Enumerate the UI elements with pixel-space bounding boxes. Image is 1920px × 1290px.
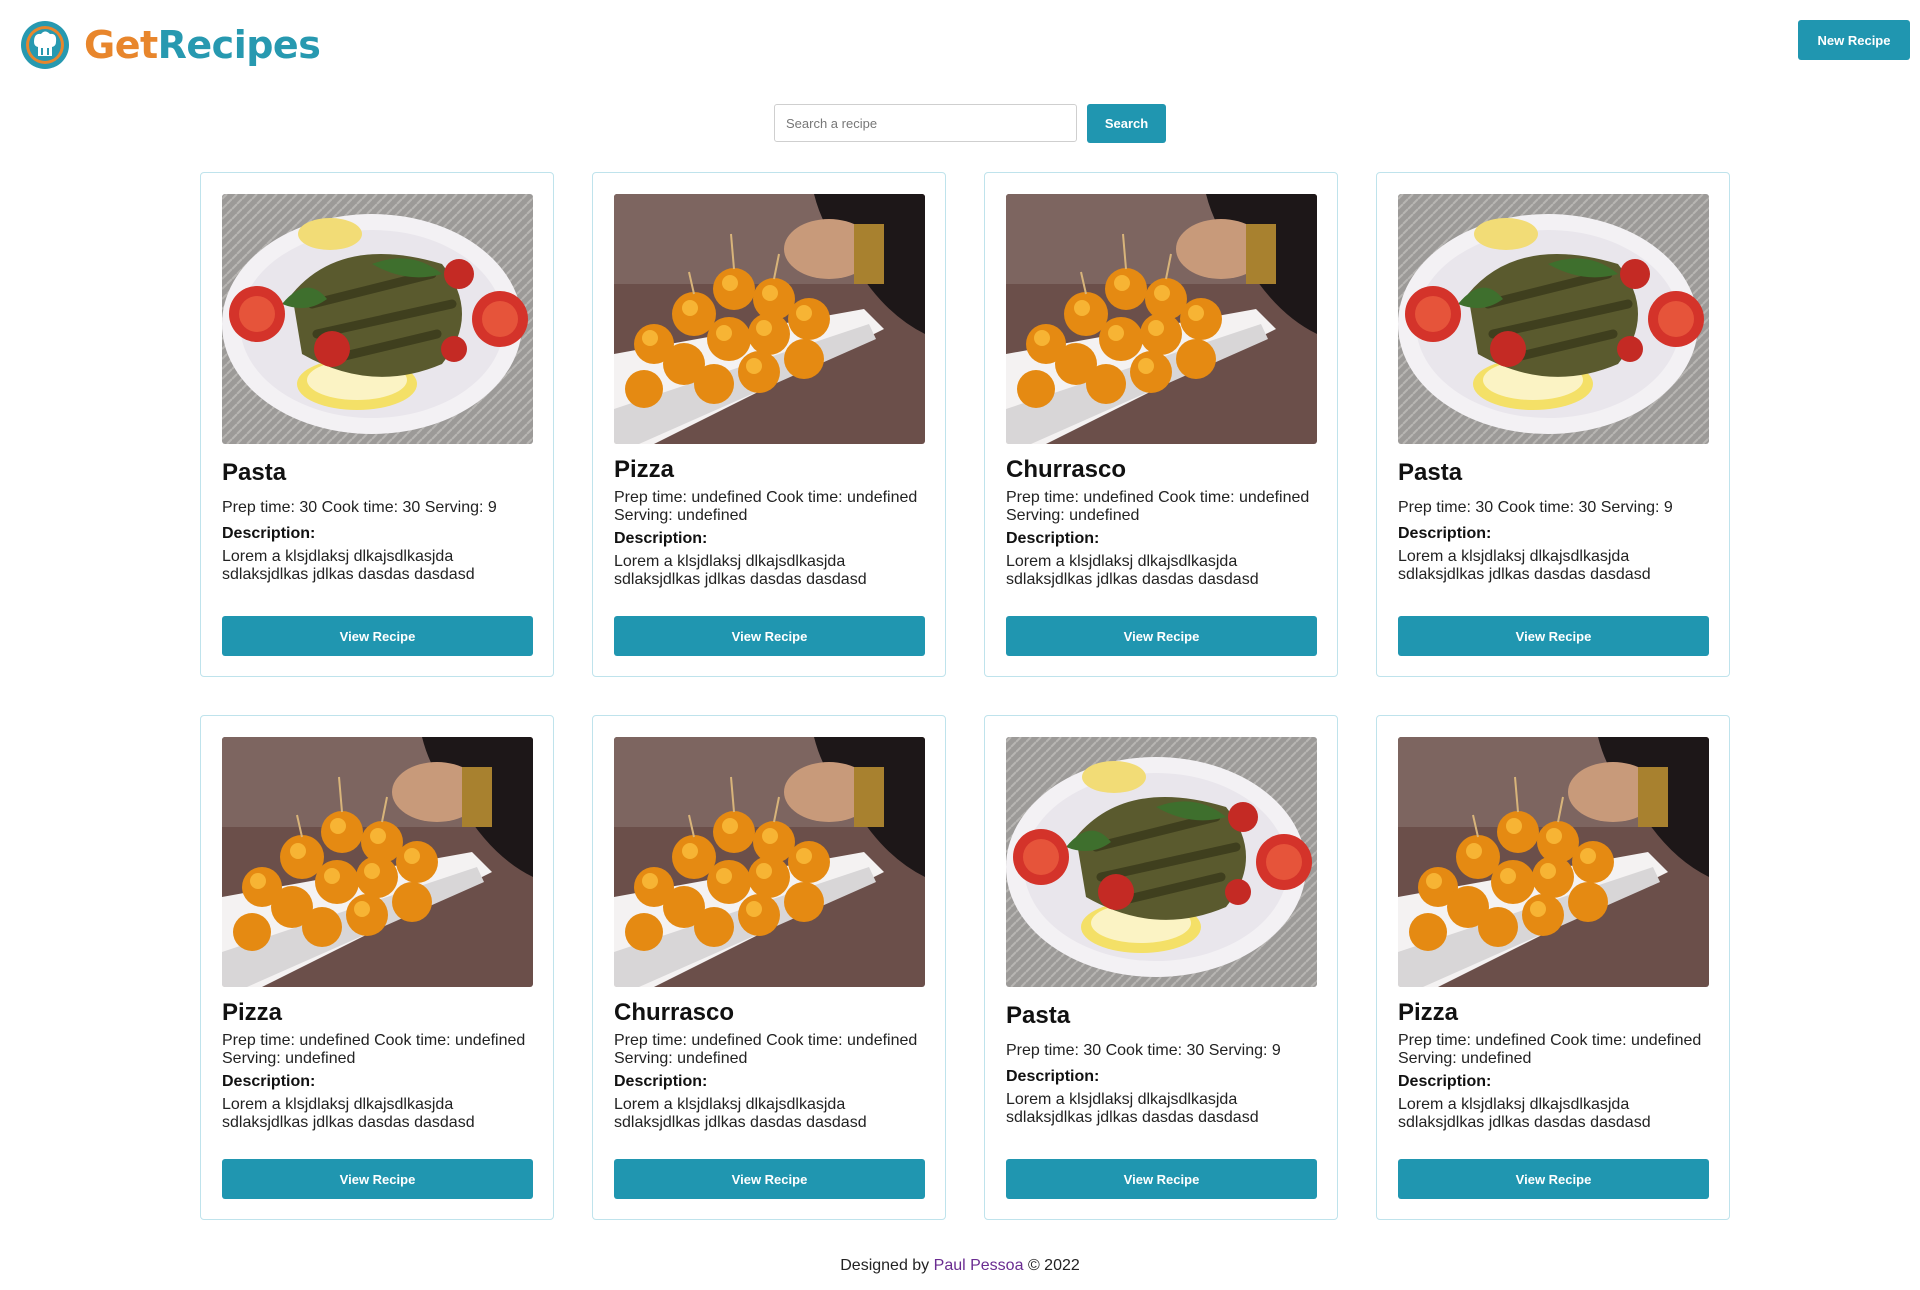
food-photo-stuffed-leaves — [222, 194, 533, 444]
food-photo-fried-balls — [614, 737, 925, 987]
recipe-image[interactable] — [222, 737, 533, 987]
recipe-image[interactable] — [222, 194, 533, 444]
recipe-meta: Prep time: undefined Cook time: undefine… — [614, 489, 918, 524]
recipe-meta: Prep time: 30 Cook time: 30 Serving: 9 — [222, 499, 497, 516]
recipe-image[interactable] — [1006, 737, 1317, 987]
recipe-card: Pasta Prep time: 30 Cook time: 30 Servin… — [200, 172, 554, 677]
recipe-title: Pizza — [614, 456, 675, 483]
recipe-description-label: Description: — [1006, 1068, 1100, 1085]
view-recipe-button[interactable]: View Recipe — [614, 1159, 925, 1199]
recipe-description-label: Description: — [1006, 530, 1100, 547]
recipe-description-label: Description: — [614, 530, 708, 547]
recipe-card-body: Pasta Prep time: 30 Cook time: 30 Servin… — [1006, 1002, 1318, 1127]
recipe-description: Lorem a klsjdlaksj dlkajsdlkasjda sdlaks… — [222, 548, 475, 583]
view-recipe-button[interactable]: View Recipe — [1006, 1159, 1317, 1199]
food-photo-fried-balls — [1006, 194, 1317, 444]
recipe-title: Pizza — [1398, 999, 1459, 1026]
food-photo-fried-balls — [222, 737, 533, 987]
recipe-card-body: Pizza Prep time: undefined Cook time: un… — [222, 999, 534, 1132]
recipe-title: Pasta — [1006, 1002, 1071, 1029]
recipe-image[interactable] — [614, 194, 925, 444]
view-recipe-button[interactable]: View Recipe — [614, 616, 925, 656]
search-button[interactable]: Search — [1087, 104, 1166, 143]
recipe-card-body: Churrasco Prep time: undefined Cook time… — [614, 999, 926, 1132]
recipe-meta: Prep time: undefined Cook time: undefine… — [614, 1032, 918, 1067]
recipe-title: Pasta — [222, 459, 287, 486]
recipe-description: Lorem a klsjdlaksj dlkajsdlkasjda sdlaks… — [1006, 1091, 1259, 1126]
recipe-image[interactable] — [1398, 194, 1709, 444]
recipe-meta: Prep time: undefined Cook time: undefine… — [222, 1032, 526, 1067]
view-recipe-button[interactable]: View Recipe — [1006, 616, 1317, 656]
recipe-meta: Prep time: undefined Cook time: undefine… — [1006, 489, 1310, 524]
footer-author-link[interactable]: Paul Pessoa — [934, 1257, 1024, 1274]
recipe-card: Pizza Prep time: undefined Cook time: un… — [1376, 715, 1730, 1220]
recipe-image[interactable] — [1006, 194, 1317, 444]
view-recipe-button[interactable]: View Recipe — [222, 616, 533, 656]
recipe-description: Lorem a klsjdlaksj dlkajsdlkasjda sdlaks… — [1398, 1096, 1651, 1131]
recipe-description: Lorem a klsjdlaksj dlkajsdlkasjda sdlaks… — [222, 1096, 475, 1131]
recipe-card: Churrasco Prep time: undefined Cook time… — [984, 172, 1338, 677]
recipe-card: Churrasco Prep time: undefined Cook time… — [592, 715, 946, 1220]
brand-name-get: Get — [84, 23, 158, 67]
recipe-image[interactable] — [614, 737, 925, 987]
brand-logo[interactable]: GetRecipes — [20, 20, 321, 70]
recipe-title: Pasta — [1398, 459, 1463, 486]
recipe-description-label: Description: — [614, 1073, 708, 1090]
recipe-description: Lorem a klsjdlaksj dlkajsdlkasjda sdlaks… — [614, 553, 867, 588]
recipe-title: Churrasco — [1006, 456, 1127, 483]
recipe-card-body: Pizza Prep time: undefined Cook time: un… — [614, 456, 926, 589]
recipe-grid: Pasta Prep time: 30 Cook time: 30 Servin… — [200, 172, 1730, 1220]
recipe-title: Pizza — [222, 999, 283, 1026]
recipe-card: Pizza Prep time: undefined Cook time: un… — [592, 172, 946, 677]
recipe-card: Pasta Prep time: 30 Cook time: 30 Servin… — [984, 715, 1338, 1220]
food-photo-stuffed-leaves — [1398, 194, 1709, 444]
search-input[interactable] — [774, 104, 1077, 142]
recipe-meta: Prep time: 30 Cook time: 30 Serving: 9 — [1006, 1042, 1281, 1059]
recipe-card-body: Pasta Prep time: 30 Cook time: 30 Servin… — [1398, 459, 1710, 584]
recipe-description-label: Description: — [222, 525, 316, 542]
recipe-description: Lorem a klsjdlaksj dlkajsdlkasjda sdlaks… — [614, 1096, 867, 1131]
recipe-card-body: Pizza Prep time: undefined Cook time: un… — [1398, 999, 1710, 1132]
recipe-image[interactable] — [1398, 737, 1709, 987]
recipe-meta: Prep time: 30 Cook time: 30 Serving: 9 — [1398, 499, 1673, 516]
food-photo-fried-balls — [1398, 737, 1709, 987]
recipe-description: Lorem a klsjdlaksj dlkajsdlkasjda sdlaks… — [1006, 553, 1259, 588]
page-footer: Designed by Paul Pessoa © 2022 — [0, 1257, 1920, 1275]
food-photo-fried-balls — [614, 194, 925, 444]
brand-name-recipes: Recipes — [157, 23, 321, 67]
search-bar: Search — [774, 104, 1166, 143]
view-recipe-button[interactable]: View Recipe — [1398, 1159, 1709, 1199]
recipe-card: Pasta Prep time: 30 Cook time: 30 Servin… — [1376, 172, 1730, 677]
recipe-description-label: Description: — [1398, 525, 1492, 542]
food-photo-stuffed-leaves — [1006, 737, 1317, 987]
app-header: GetRecipes New Recipe — [0, 0, 1920, 90]
recipe-card-body: Churrasco Prep time: undefined Cook time… — [1006, 456, 1318, 589]
recipe-card-body: Pasta Prep time: 30 Cook time: 30 Servin… — [222, 459, 534, 584]
brand-name: GetRecipes — [84, 23, 321, 67]
recipe-description-label: Description: — [222, 1073, 316, 1090]
recipe-description: Lorem a klsjdlaksj dlkajsdlkasjda sdlaks… — [1398, 548, 1651, 583]
recipe-meta: Prep time: undefined Cook time: undefine… — [1398, 1032, 1702, 1067]
recipe-card: Pizza Prep time: undefined Cook time: un… — [200, 715, 554, 1220]
chef-hat-icon — [21, 21, 69, 69]
recipe-title: Churrasco — [614, 999, 735, 1026]
view-recipe-button[interactable]: View Recipe — [222, 1159, 533, 1199]
recipe-description-label: Description: — [1398, 1073, 1492, 1090]
footer-copyright: © 2022 — [1027, 1257, 1080, 1274]
footer-prefix: Designed by — [840, 1257, 930, 1274]
view-recipe-button[interactable]: View Recipe — [1398, 616, 1709, 656]
new-recipe-button[interactable]: New Recipe — [1798, 20, 1910, 60]
